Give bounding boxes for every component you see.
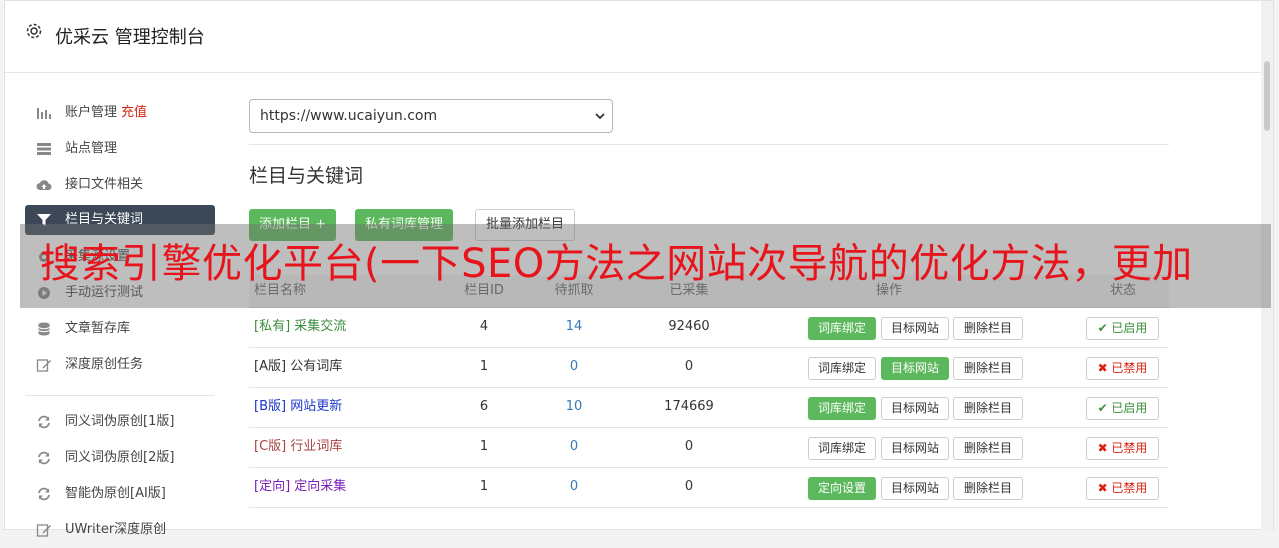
column-title: 网站更新 bbox=[290, 399, 343, 414]
edit-icon bbox=[36, 359, 51, 372]
pending-count: 0 bbox=[569, 359, 579, 374]
collected-count: 0 bbox=[684, 439, 694, 454]
chevron-down-icon bbox=[595, 113, 605, 120]
lexicon-bind-button[interactable]: 词库绑定 bbox=[808, 317, 876, 340]
table-row: [A版] 公有词库 1 0 0 词库绑定 目标网站 删除栏目 ✖ 已禁用 bbox=[249, 348, 1169, 388]
delete-column-button[interactable]: 删除栏目 bbox=[953, 437, 1023, 460]
table-row: [定向] 定向采集 1 0 0 定向设置 目标网站 删除栏目 ✖ 已禁用 bbox=[249, 468, 1169, 508]
status-toggle-button[interactable]: ✖ 已禁用 bbox=[1086, 477, 1159, 500]
collected-count: 174669 bbox=[664, 399, 714, 414]
delete-column-button[interactable]: 删除栏目 bbox=[953, 397, 1023, 420]
target-site-button[interactable]: 目标网站 bbox=[881, 357, 949, 380]
column-tag: [C版] bbox=[254, 439, 287, 454]
page-title: 优采云 管理控制台 bbox=[55, 27, 205, 48]
section-title: 栏目与关键词 bbox=[249, 165, 364, 187]
column-title: 定向采集 bbox=[294, 479, 347, 494]
target-site-button[interactable]: 目标网站 bbox=[881, 437, 949, 460]
delete-column-button[interactable]: 删除栏目 bbox=[953, 317, 1023, 340]
refresh-icon bbox=[38, 415, 50, 429]
lexicon-bind-button[interactable]: 词库绑定 bbox=[808, 437, 876, 460]
edit-icon bbox=[36, 524, 51, 537]
sidebar-item-label: 账户管理 bbox=[65, 105, 118, 120]
database-icon bbox=[38, 322, 50, 336]
bar-chart-icon bbox=[37, 108, 51, 119]
column-tag: [定向] bbox=[254, 479, 291, 494]
lexicon-bind-button[interactable]: 词库绑定 bbox=[808, 397, 876, 420]
target-site-button[interactable]: 目标网站 bbox=[881, 397, 949, 420]
sidebar-item-label: 文章暂存库 bbox=[65, 321, 131, 336]
recharge-link[interactable]: 充值 bbox=[121, 105, 147, 120]
sidebar-item-label: 站点管理 bbox=[65, 141, 118, 156]
collected-count: 0 bbox=[684, 479, 694, 494]
target-site-button[interactable]: 目标网站 bbox=[881, 477, 949, 500]
pending-count: 14 bbox=[565, 319, 583, 334]
column-id: 4 bbox=[479, 319, 489, 334]
column-name[interactable]: [私有] 采集交流 bbox=[254, 308, 346, 346]
table-row: [私有] 采集交流 4 14 92460 词库绑定 目标网站 删除栏目 ✔ 已启用 bbox=[249, 308, 1169, 348]
sidebar-item-label: 同义词伪原创[2版] bbox=[65, 450, 175, 465]
pending-count: 0 bbox=[569, 479, 579, 494]
sidebar: 账户管理 充值 站点管理 接口文件相关 栏目与关键词 采集源设置 手动运行测试 文… bbox=[25, 95, 215, 548]
sidebar-item-uwriter[interactable]: UWriter深度原创 bbox=[25, 512, 215, 548]
lexicon-bind-button[interactable]: 定向设置 bbox=[808, 477, 876, 500]
sidebar-item-ai[interactable]: 智能伪原创[AI版] bbox=[25, 476, 215, 512]
sidebar-item-deep-original[interactable]: 深度原创任务 bbox=[25, 347, 215, 383]
column-name[interactable]: [C版] 行业词库 bbox=[254, 428, 342, 466]
sidebar-item-synonym-v2[interactable]: 同义词伪原创[2版] bbox=[25, 440, 215, 476]
header: 优采云 管理控制台 bbox=[5, 1, 1273, 73]
delete-column-button[interactable]: 删除栏目 bbox=[953, 357, 1023, 380]
status-toggle-button[interactable]: ✔ 已启用 bbox=[1086, 317, 1159, 340]
sidebar-item-sites[interactable]: 站点管理 bbox=[25, 131, 215, 167]
sidebar-item-account[interactable]: 账户管理 充值 bbox=[25, 95, 215, 131]
status-toggle-button[interactable]: ✖ 已禁用 bbox=[1086, 437, 1159, 460]
column-title: 行业词库 bbox=[290, 439, 343, 454]
column-name[interactable]: [A版] 公有词库 bbox=[254, 348, 342, 386]
column-id: 1 bbox=[479, 359, 489, 374]
column-tag: [A版] bbox=[254, 359, 287, 374]
sidebar-item-label: 同义词伪原创[1版] bbox=[65, 414, 175, 429]
divider bbox=[249, 144, 1169, 145]
column-name[interactable]: [B版] 网站更新 bbox=[254, 388, 342, 426]
target-site-button[interactable]: 目标网站 bbox=[881, 317, 949, 340]
site-select-value: https://www.ucaiyun.com bbox=[260, 108, 438, 124]
table-row: [B版] 网站更新 6 10 174669 词库绑定 目标网站 删除栏目 ✔ 已启用 bbox=[249, 388, 1169, 428]
column-id: 6 bbox=[479, 399, 489, 414]
column-tag: [私有] bbox=[254, 319, 291, 334]
table-row: [C版] 行业词库 1 0 0 词库绑定 目标网站 删除栏目 ✖ 已禁用 bbox=[249, 428, 1169, 468]
sidebar-item-label: 接口文件相关 bbox=[65, 177, 144, 192]
site-select[interactable]: https://www.ucaiyun.com bbox=[249, 99, 613, 133]
column-title: 采集交流 bbox=[294, 319, 347, 334]
overlay-banner: 搜索引擎优化平台(一下SEO方法之网站次导航的优化方法，更加 bbox=[20, 224, 1271, 308]
scrollbar-thumb[interactable] bbox=[1264, 61, 1270, 131]
pending-count: 0 bbox=[569, 439, 579, 454]
collected-count: 0 bbox=[684, 359, 694, 374]
column-title: 公有词库 bbox=[290, 359, 343, 374]
collected-count: 92460 bbox=[668, 319, 710, 334]
banner-text: 搜索引擎优化平台(一下SEO方法之网站次导航的优化方法，更加 bbox=[40, 241, 1193, 287]
lexicon-bind-button[interactable]: 词库绑定 bbox=[808, 357, 876, 380]
refresh-icon bbox=[38, 451, 50, 465]
columns-table: 栏目名称 栏目ID 待抓取 已采集 操作 状态 [私有] 采集交流 4 14 9246… bbox=[249, 275, 1169, 508]
status-toggle-button[interactable]: ✔ 已启用 bbox=[1086, 397, 1159, 420]
column-id: 1 bbox=[479, 479, 489, 494]
gear-icon bbox=[26, 23, 42, 39]
sidebar-item-label: 智能伪原创[AI版] bbox=[65, 486, 166, 501]
status-toggle-button[interactable]: ✖ 已禁用 bbox=[1086, 357, 1159, 380]
pending-count: 10 bbox=[565, 399, 583, 414]
table-body: [私有] 采集交流 4 14 92460 词库绑定 目标网站 删除栏目 ✔ 已启用 [A版] 公… bbox=[249, 308, 1169, 508]
column-name[interactable]: [定向] 定向采集 bbox=[254, 468, 346, 506]
refresh-icon bbox=[38, 487, 50, 501]
column-tag: [B版] bbox=[254, 399, 287, 414]
column-id: 1 bbox=[479, 439, 489, 454]
cloud-upload-icon bbox=[36, 180, 52, 191]
sidebar-item-article-store[interactable]: 文章暂存库 bbox=[25, 311, 215, 347]
sidebar-item-label: 深度原创任务 bbox=[65, 357, 144, 372]
console-panel: 优采云 管理控制台 账户管理 充值 站点管理 接口文件相关 栏目与关键词 采集源设… bbox=[4, 0, 1274, 537]
server-icon bbox=[37, 143, 51, 155]
sidebar-item-interface[interactable]: 接口文件相关 bbox=[25, 167, 215, 203]
sidebar-divider bbox=[25, 395, 215, 396]
sidebar-item-synonym-v1[interactable]: 同义词伪原创[1版] bbox=[25, 404, 215, 440]
delete-column-button[interactable]: 删除栏目 bbox=[953, 477, 1023, 500]
